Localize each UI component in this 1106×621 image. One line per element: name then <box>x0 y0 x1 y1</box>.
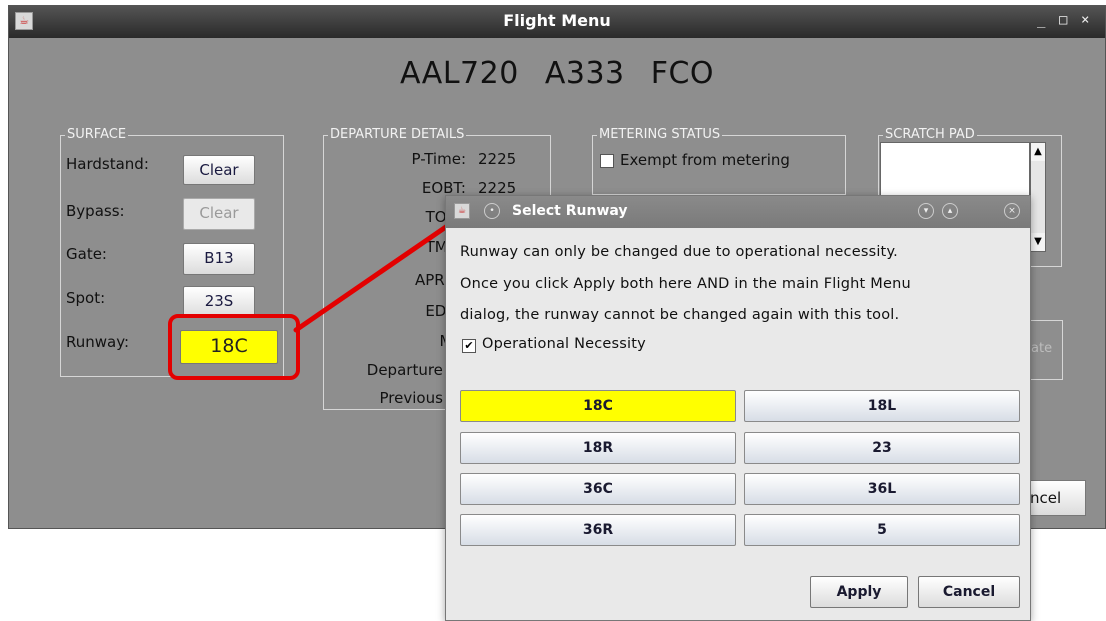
dialog-close-icon[interactable]: × <box>1004 203 1020 219</box>
dialog-minimize-icon[interactable]: ▾ <box>918 203 934 219</box>
dialog-titlebar[interactable]: ☕ • Select Runway ▾ ▴ × <box>446 196 1030 228</box>
operational-necessity-label: Operational Necessity <box>482 336 646 352</box>
dialog-title: Select Runway <box>512 203 628 219</box>
runway-option-button[interactable]: 36C <box>460 473 736 505</box>
runway-option-button[interactable]: 18R <box>460 432 736 464</box>
dialog-message-line2: Once you click Apply both here AND in th… <box>460 276 911 292</box>
dialog-menu-icon[interactable]: • <box>484 203 500 219</box>
dialog-message-line1: Runway can only be changed due to operat… <box>460 244 898 260</box>
select-runway-dialog: ☕ • Select Runway ▾ ▴ × Runway can only … <box>445 195 1031 621</box>
runway-option-button[interactable]: 18L <box>744 390 1020 422</box>
dialog-maximize-icon[interactable]: ▴ <box>942 203 958 219</box>
java-app-icon: ☕ <box>454 203 470 219</box>
dialog-message-line3: dialog, the runway cannot be changed aga… <box>460 307 900 323</box>
apply-button[interactable]: Apply <box>810 576 908 608</box>
runway-option-button[interactable]: 5 <box>744 514 1020 546</box>
runway-option-button[interactable]: 36L <box>744 473 1020 505</box>
cancel-button[interactable]: Cancel <box>918 576 1020 608</box>
runway-option-button[interactable]: 36R <box>460 514 736 546</box>
runway-option-button[interactable]: 18C <box>460 390 736 422</box>
operational-necessity-checkbox[interactable]: ✔ <box>462 339 476 353</box>
runway-option-button[interactable]: 23 <box>744 432 1020 464</box>
